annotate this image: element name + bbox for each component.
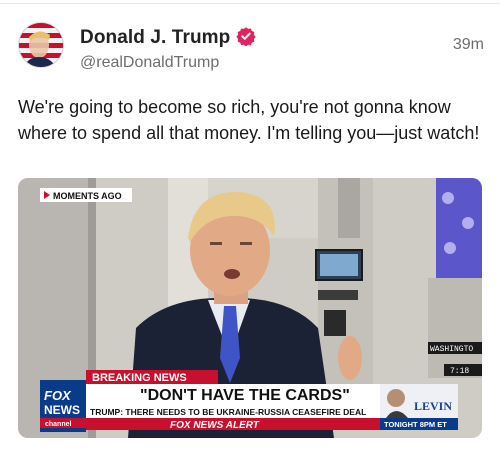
breaking-news-label: BREAKING NEWS [92,372,187,384]
avatar-image [19,23,63,67]
location-tag: WASHINGTO [430,345,473,354]
author-handle[interactable]: @realDonaldTrump [80,54,256,72]
author-display-name[interactable]: Donald J. Trump [80,27,230,48]
clock-readout: 7:18 [450,367,469,376]
avatar[interactable] [18,22,64,68]
fox-logo-channel: channel [45,421,72,428]
top-divider [0,0,500,4]
moments-ago-label: MOMENTS AGO [53,191,122,201]
post-text: We're going to become so rich, you're no… [18,97,480,143]
verified-badge-icon [236,27,256,46]
video-frame: MOMENTS AGO WASHINGTO 7:18 FOX NEWS chan… [18,178,482,438]
headline-text: "DON'T HAVE THE CARDS" [140,387,350,404]
promo-show: LEVIN [414,399,452,413]
post-video[interactable]: MOMENTS AGO WASHINGTO 7:18 FOX NEWS chan… [18,178,482,438]
post-header: Donald J. Trump @realDonaldTrump 39m [18,22,484,74]
subheadline-text: TRUMP: THERE NEEDS TO BE UKRAINE-RUSSIA … [90,407,366,417]
promo-time: TONIGHT 8PM ET [384,420,447,429]
author-info: Donald J. Trump @realDonaldTrump [80,26,256,72]
fox-logo-bottom: NEWS [44,403,80,417]
fox-news-alert: FOX NEWS ALERT [170,420,260,431]
fox-logo-top: FOX [44,388,72,403]
post-timestamp[interactable]: 39m [453,36,484,54]
